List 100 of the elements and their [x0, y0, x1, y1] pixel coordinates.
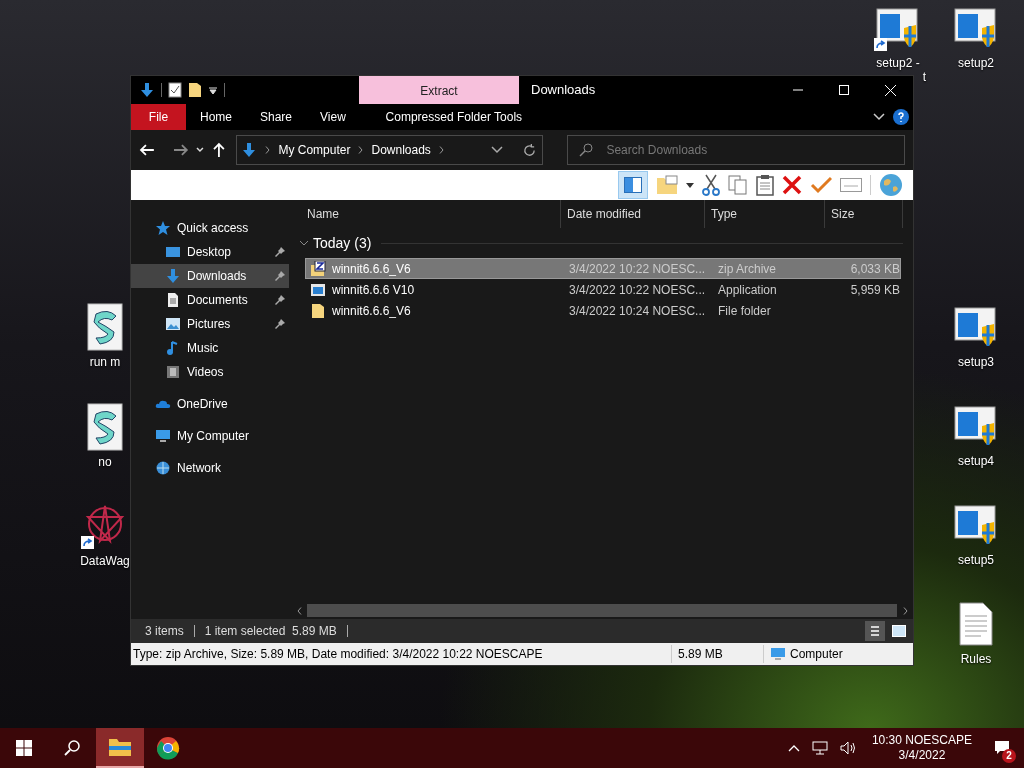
expand-ribbon-icon[interactable] — [873, 113, 885, 121]
file-row[interactable]: winnit6.6.6_V6 3/4/2022 10:22 NOESC... zip Archive 6,033 KB — [305, 258, 901, 279]
item-count: 3 items — [145, 623, 184, 640]
column-header[interactable]: Name — [291, 200, 561, 228]
scroll-left-icon — [296, 606, 302, 615]
file-row[interactable]: winnit6.6.6_V6 3/4/2022 10:24 NOESC... File folder — [305, 300, 901, 321]
pin-icon — [275, 295, 285, 305]
ribbon-tab[interactable]: Home — [186, 104, 246, 130]
desktop-icon-label: setup3 — [958, 355, 994, 370]
chevron-icon — [438, 146, 444, 154]
details-view-button[interactable] — [865, 621, 885, 641]
ribbon-tab[interactable]: Compressed Folder Tools — [373, 104, 534, 130]
recent-locations-caret-icon[interactable] — [194, 145, 205, 155]
ribbon-tab[interactable]: Share — [246, 104, 307, 130]
paste-icon[interactable] — [756, 174, 774, 196]
help-icon[interactable] — [893, 109, 909, 125]
folder-icon — [108, 737, 132, 757]
zip-archive-icon — [310, 260, 326, 277]
nav-item[interactable]: Music — [131, 336, 289, 360]
details-text: Type: zip Archive, Size: 5.89 MB, Date modified: 3/4/2022 10:22 NOESCAPE — [132, 646, 544, 663]
dropdown-caret-icon[interactable] — [686, 182, 694, 188]
volume-icon[interactable] — [839, 741, 858, 755]
refresh-icon[interactable] — [523, 143, 537, 157]
desktop-icon-label: run m — [89, 355, 121, 370]
desktop-icon-label: no — [98, 455, 112, 470]
file-type: zip Archive — [717, 260, 778, 278]
forward-arrow-icon[interactable] — [172, 142, 189, 158]
nav-item[interactable]: Pictures — [131, 312, 289, 336]
taskbar-app-button[interactable] — [96, 728, 144, 768]
file-type: Application — [717, 281, 778, 299]
ribbon-tab[interactable]: View — [306, 104, 360, 130]
nav-item[interactable]: Downloads — [131, 264, 289, 288]
download-icon — [139, 82, 155, 98]
monitor-icon — [155, 428, 171, 444]
download-icon — [241, 142, 258, 158]
picture-icon — [165, 316, 181, 332]
film-icon — [165, 364, 181, 380]
nav-item[interactable]: Quick access — [131, 216, 289, 240]
file-name: winnit6.6.6_V6 — [332, 302, 411, 320]
desktop-icon — [165, 244, 181, 260]
pin-icon — [275, 247, 285, 257]
maximize-icon — [839, 85, 849, 95]
scroll-right-icon — [902, 606, 908, 615]
nav-item[interactable]: Network — [131, 456, 289, 480]
nav-item[interactable]: Desktop — [131, 240, 289, 264]
properties-icon — [168, 82, 182, 98]
document-icon — [165, 292, 181, 308]
globe-icon[interactable] — [879, 173, 903, 197]
checkmark-icon[interactable] — [810, 176, 832, 194]
up-arrow-icon[interactable] — [210, 142, 227, 158]
address-bar[interactable]: My Computer Downloads — [236, 135, 544, 165]
nav-item[interactable]: Videos — [131, 360, 289, 384]
nav-item[interactable]: OneDrive — [131, 392, 289, 416]
desktop-icon-label: t — [922, 71, 926, 84]
file-date: 3/4/2022 10:24 NOESC... — [568, 302, 707, 320]
nav-item[interactable]: My Computer — [131, 424, 289, 448]
pin-icon — [275, 271, 285, 281]
desktop-icon-label: setup5 — [958, 553, 994, 568]
clock[interactable]: 10:30 NOESCAPE 3/4/2022 — [863, 733, 980, 763]
address-dropdown-icon[interactable] — [491, 146, 504, 154]
folder-icon — [310, 302, 326, 319]
details-location: Computer — [790, 646, 843, 663]
column-header[interactable]: Type — [705, 200, 825, 228]
breadcrumb-item[interactable]: Downloads — [371, 141, 431, 159]
column-header[interactable]: Date modified — [561, 200, 705, 228]
notification-count: 2 — [1002, 749, 1016, 763]
windows-logo-icon — [16, 740, 32, 756]
back-arrow-icon[interactable] — [139, 142, 155, 158]
panes-icon — [624, 177, 642, 193]
group-header[interactable]: Today (3) — [313, 232, 372, 254]
nav-item[interactable]: Documents — [131, 288, 289, 312]
file-row[interactable]: winnit6.6.6 V10 3/4/2022 10:22 NOESC... Application 5,959 KB — [305, 279, 901, 300]
context-tab-header: Extract — [359, 76, 519, 104]
desktop-icon-label: DataWag — [80, 554, 130, 569]
network-icon — [155, 460, 171, 476]
cut-icon[interactable] — [702, 174, 720, 196]
chevron-icon — [265, 146, 271, 154]
breadcrumb-item[interactable]: My Computer — [278, 141, 351, 159]
delete-icon[interactable] — [782, 175, 802, 195]
desktop-icon-label: setup4 — [958, 454, 994, 469]
chevron-icon — [358, 146, 364, 154]
column-header[interactable]: Size — [825, 200, 903, 228]
customize-toolbar-icon[interactable] — [208, 85, 218, 95]
folder-icon — [188, 82, 202, 98]
download-icon — [165, 268, 181, 284]
chevron-up-icon[interactable] — [787, 744, 800, 752]
collapse-group-icon[interactable] — [299, 238, 309, 248]
browser-icon — [156, 736, 180, 760]
search-icon — [579, 143, 594, 157]
network-icon[interactable] — [811, 741, 828, 755]
search-field[interactable]: Search Downloads — [567, 135, 905, 165]
details-view-icon — [870, 625, 880, 637]
envelope-icon[interactable] — [840, 178, 862, 192]
notifications-button[interactable]: 2 — [980, 728, 1024, 768]
preview-pane-button[interactable] — [618, 171, 648, 199]
file-type: File folder — [717, 302, 772, 320]
ribbon-tab[interactable]: File — [131, 104, 186, 130]
copy-icon[interactable] — [728, 175, 748, 195]
close-icon — [884, 84, 896, 96]
star-icon — [155, 220, 171, 236]
